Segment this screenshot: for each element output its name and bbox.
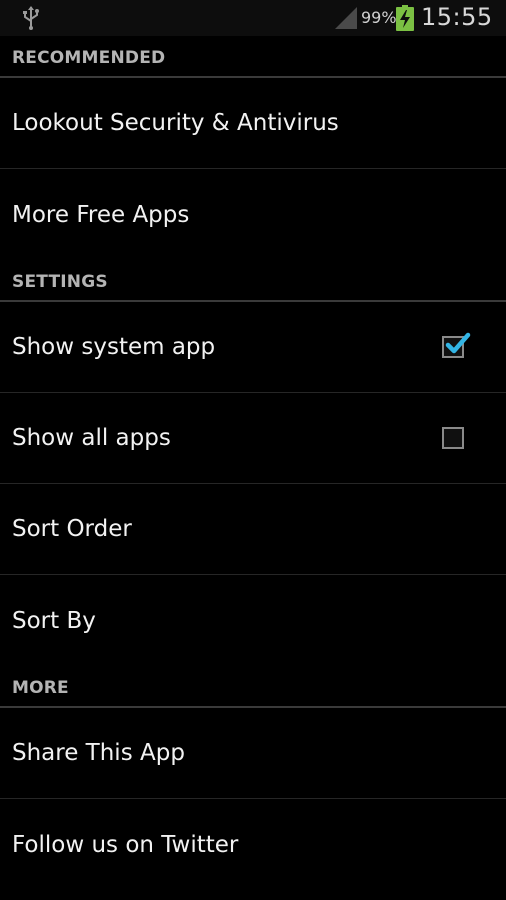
section-header-label: SETTINGS [12,272,108,292]
list-item-show-all-apps[interactable]: Show all apps [0,393,506,484]
clock: 15:55 [421,3,493,31]
list-item-label: More Free Apps [12,201,190,228]
list-item-show-system-app[interactable]: Show system app [0,302,506,393]
battery-charging-icon [396,5,414,31]
show-all-apps-checkbox[interactable] [442,427,464,449]
status-bar: 99% 15:55 [0,0,506,36]
list-item-sort-by[interactable]: Sort By [0,575,506,666]
section-header-more: MORE [0,666,506,708]
section-header-label: MORE [12,678,69,698]
list-item-label: Lookout Security & Antivirus [12,110,339,136]
list-item-label: Show all apps [12,425,171,451]
list-item-label: Sort Order [12,516,132,542]
list-item-sort-order[interactable]: Sort Order [0,484,506,575]
list-item-share-this-app[interactable]: Share This App [0,708,506,799]
list-item-label: Sort By [12,607,96,634]
list-item-lookout-security[interactable]: Lookout Security & Antivirus [0,78,506,169]
settings-list: RECOMMENDED Lookout Security & Antivirus… [0,36,506,890]
list-item-label: Show system app [12,334,216,360]
signal-icon [335,7,357,29]
list-item-more-free-apps[interactable]: More Free Apps [0,169,506,260]
checkmark-icon [445,332,471,354]
show-system-app-checkbox[interactable] [442,332,471,358]
section-header-label: RECOMMENDED [12,48,166,68]
battery-percent: 99% [361,8,397,27]
section-header-recommended: RECOMMENDED [0,36,506,78]
list-item-follow-twitter[interactable]: Follow us on Twitter [0,799,506,890]
section-header-settings: SETTINGS [0,260,506,302]
list-item-label: Share This App [12,740,185,766]
list-item-label: Follow us on Twitter [12,831,239,858]
usb-icon [23,6,39,30]
